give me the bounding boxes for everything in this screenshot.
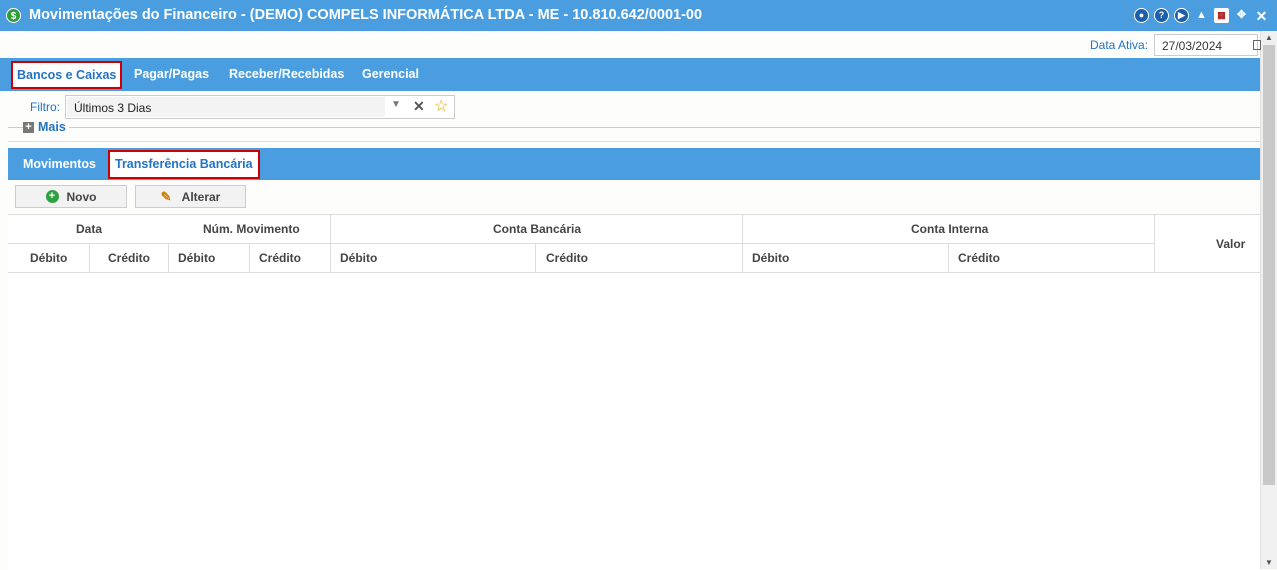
pencil-icon: ✎ — [160, 189, 172, 204]
tab-gerencial[interactable]: Gerencial — [362, 67, 419, 81]
new-button[interactable]: + Novo — [15, 185, 127, 208]
divider — [8, 127, 1260, 128]
scroll-thumb[interactable] — [1263, 45, 1275, 485]
scroll-up-icon[interactable]: ▲ — [1265, 33, 1273, 42]
chevron-down-icon[interactable]: ▼ — [388, 99, 404, 110]
column-header-debito[interactable]: Débito — [340, 251, 378, 265]
column-header-debito[interactable]: Débito — [752, 251, 790, 265]
more-label: Mais — [38, 120, 66, 134]
column-header-conta-bancaria[interactable]: Conta Bancária — [493, 222, 582, 236]
vertical-scrollbar[interactable]: ▲ ▼ — [1260, 31, 1277, 569]
table-body — [8, 273, 1260, 570]
sub-tabs: Movimentos Transferência Bancária — [8, 148, 1260, 180]
divider — [8, 141, 1260, 142]
calendar-picker-icon[interactable] — [1253, 40, 1261, 50]
column-header-credito[interactable]: Crédito — [259, 251, 301, 265]
column-header-debito[interactable]: Débito — [30, 251, 68, 265]
title-bar: $ Movimentações do Financeiro - (DEMO) C… — [0, 0, 1277, 31]
more-filters-toggle[interactable]: + Mais — [23, 120, 69, 134]
column-header-data[interactable]: Data — [76, 222, 103, 236]
active-date-label: Data Ativa: — [1090, 38, 1149, 52]
add-icon: + — [45, 190, 59, 203]
main-tabs: Bancos e Caixas Pagar/Pagas Receber/Rece… — [0, 58, 1260, 91]
tab-transferencia-bancaria[interactable]: Transferência Bancária — [108, 150, 260, 179]
clear-icon[interactable]: ✕ — [413, 98, 425, 115]
dollar-icon: $ — [6, 8, 21, 23]
bell-icon[interactable]: ▲ — [1194, 8, 1209, 23]
active-date-input[interactable]: 27/03/2024 — [1154, 34, 1261, 56]
edit-button-label: Alterar — [181, 189, 221, 204]
play-icon[interactable]: ▶ — [1174, 8, 1189, 23]
tab-bancos-e-caixas[interactable]: Bancos e Caixas — [11, 61, 123, 89]
window-title: Movimentações do Financeiro - (DEMO) COM… — [29, 7, 703, 23]
scroll-down-icon[interactable]: ▼ — [1265, 558, 1273, 567]
chat-icon[interactable]: ● — [1134, 8, 1149, 23]
column-header-debito[interactable]: Débito — [178, 251, 216, 265]
edit-button[interactable]: ✎ Alterar — [135, 185, 246, 208]
plus-icon: + — [23, 121, 34, 133]
filter-select[interactable]: Últimos 3 Dias ▼ ✕ ☆ — [65, 95, 455, 119]
help-icon[interactable]: ? — [1154, 8, 1169, 23]
collapse-icon[interactable]: ✥ — [1234, 8, 1249, 23]
column-header-num-movimento[interactable]: Núm. Movimento — [203, 222, 300, 236]
column-header-credito[interactable]: Crédito — [108, 251, 150, 265]
calendar-icon[interactable]: ▦ — [1214, 8, 1229, 23]
column-header-conta-interna[interactable]: Conta Interna — [911, 222, 989, 236]
star-icon[interactable]: ☆ — [434, 96, 448, 116]
column-header-credito[interactable]: Crédito — [546, 251, 588, 265]
filter-label: Filtro: — [30, 100, 60, 114]
tab-pagar-pagas[interactable]: Pagar/Pagas — [134, 67, 209, 81]
column-header-valor[interactable]: Valor — [1216, 237, 1246, 251]
filter-value: Últimos 3 Dias — [67, 97, 385, 117]
column-header-credito[interactable]: Crédito — [958, 251, 1000, 265]
tab-receber-recebidas[interactable]: Receber/Recebidas — [229, 67, 344, 81]
window-controls: ● ? ▶ ▲ ▦ ✥ ✕ — [1134, 8, 1269, 23]
close-icon[interactable]: ✕ — [1254, 8, 1269, 23]
tab-movimentos[interactable]: Movimentos — [23, 157, 96, 171]
new-button-label: Novo — [66, 189, 97, 204]
active-date-value: 27/03/2024 — [1162, 39, 1223, 53]
transfers-table[interactable]: Data Núm. Movimento Conta Bancária Conta… — [8, 214, 1260, 570]
